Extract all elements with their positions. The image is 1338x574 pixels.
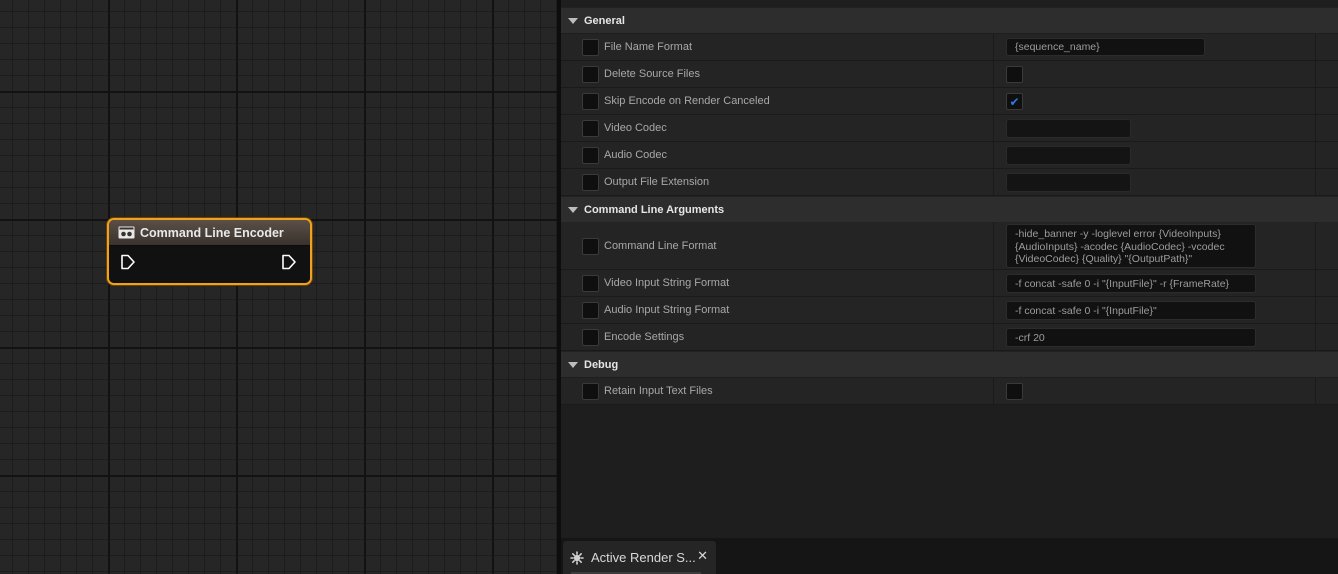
column-divider	[1315, 61, 1316, 87]
property-row-output-file-extension: Output File Extension	[561, 169, 1338, 196]
property-label: Output File Extension	[604, 176, 710, 188]
exec-input-pin-icon[interactable]	[120, 254, 136, 270]
video-codec-input[interactable]	[1006, 119, 1131, 138]
checkmark-icon: ✔	[1009, 94, 1020, 109]
override-checkbox[interactable]	[582, 39, 599, 56]
node-title: Command Line Encoder	[140, 225, 284, 240]
encode-settings-input[interactable]: -crf 20	[1006, 328, 1256, 347]
override-checkbox[interactable]	[582, 383, 599, 400]
column-divider	[1315, 324, 1316, 350]
property-label: Retain Input Text Files	[604, 385, 713, 397]
section-title: Debug	[584, 358, 619, 371]
override-checkbox[interactable]	[582, 329, 599, 346]
command-line-encoder-node[interactable]: Command Line Encoder	[107, 218, 312, 285]
column-divider	[1315, 378, 1316, 404]
section-title: Command Line Arguments	[584, 203, 725, 216]
property-label: Audio Input String Format	[604, 304, 730, 316]
override-checkbox[interactable]	[582, 120, 599, 137]
file-name-format-input[interactable]: {sequence_name}	[1006, 38, 1205, 56]
skip-encode-checkbox[interactable]: ✔	[1006, 93, 1023, 110]
collapse-arrow-icon[interactable]	[568, 206, 578, 213]
editor-window: Command Line Encoder General File Name F…	[0, 0, 1338, 574]
property-row-delete-source-files: Delete Source Files	[561, 61, 1338, 88]
property-row-audio-codec: Audio Codec	[561, 142, 1338, 169]
column-divider[interactable]	[993, 142, 994, 168]
override-checkbox[interactable]	[582, 302, 599, 319]
override-checkbox[interactable]	[582, 66, 599, 83]
column-divider	[1315, 270, 1316, 296]
column-divider[interactable]	[993, 222, 994, 269]
property-row-video-codec: Video Codec	[561, 115, 1338, 142]
section-header-general[interactable]: General	[561, 7, 1338, 33]
section-header-command-line-arguments[interactable]: Command Line Arguments	[561, 196, 1338, 222]
override-checkbox[interactable]	[582, 93, 599, 110]
column-divider	[1315, 88, 1316, 114]
command-line-format-input[interactable]: -hide_banner -y -loglevel error {VideoIn…	[1006, 224, 1256, 268]
property-label: Command Line Format	[604, 239, 717, 252]
column-divider[interactable]	[993, 61, 994, 87]
property-label: Skip Encode on Render Canceled	[604, 95, 770, 107]
node-body	[109, 246, 310, 283]
column-divider[interactable]	[993, 297, 994, 323]
collapse-arrow-icon[interactable]	[568, 17, 578, 24]
output-file-extension-input[interactable]	[1006, 173, 1131, 192]
graph-canvas[interactable]: Command Line Encoder	[0, 0, 557, 574]
column-divider[interactable]	[993, 88, 994, 114]
tab-active-render-settings[interactable]: Active Render S... ✕	[563, 541, 716, 574]
override-checkbox[interactable]	[582, 174, 599, 191]
column-divider	[1315, 297, 1316, 323]
column-divider[interactable]	[993, 115, 994, 141]
override-checkbox[interactable]	[582, 275, 599, 292]
exec-output-pin-icon[interactable]	[281, 254, 297, 270]
override-checkbox[interactable]	[582, 147, 599, 164]
audio-input-string-format-input[interactable]: -f concat -safe 0 -i "{InputFile}"	[1006, 301, 1256, 320]
column-divider	[1315, 142, 1316, 168]
column-divider[interactable]	[993, 169, 994, 195]
section-header-debug[interactable]: Debug	[561, 351, 1338, 377]
property-label: Video Codec	[604, 122, 667, 134]
property-row-video-input-string-format: Video Input String Format -f concat -saf…	[561, 270, 1338, 297]
column-divider[interactable]	[993, 270, 994, 296]
retain-input-text-files-checkbox[interactable]	[1006, 383, 1023, 400]
column-divider[interactable]	[993, 324, 994, 350]
section-title: General	[584, 14, 625, 27]
property-label: Video Input String Format	[604, 277, 730, 289]
property-row-skip-encode: Skip Encode on Render Canceled ✔	[561, 88, 1338, 115]
column-divider[interactable]	[993, 34, 994, 60]
property-row-retain-input-text-files: Retain Input Text Files	[561, 378, 1338, 405]
column-divider	[1315, 169, 1316, 195]
property-label: File Name Format	[604, 41, 693, 53]
delete-source-files-checkbox[interactable]	[1006, 66, 1023, 83]
property-label: Audio Codec	[604, 149, 667, 161]
column-divider	[1315, 222, 1316, 269]
node-header[interactable]: Command Line Encoder	[109, 220, 310, 246]
property-row-audio-input-string-format: Audio Input String Format -f concat -saf…	[561, 297, 1338, 324]
video-input-string-format-input[interactable]: -f concat -safe 0 -i "{InputFile}" -r {F…	[1006, 274, 1256, 293]
column-divider	[1315, 34, 1316, 60]
audio-codec-input[interactable]	[1006, 146, 1131, 165]
property-row-file-name-format: File Name Format {sequence_name}	[561, 34, 1338, 61]
column-divider[interactable]	[993, 378, 994, 404]
video-camera-icon	[118, 226, 135, 239]
property-row-encode-settings: Encode Settings -crf 20	[561, 324, 1338, 351]
property-label: Delete Source Files	[604, 68, 700, 80]
column-divider	[1315, 115, 1316, 141]
property-label: Encode Settings	[604, 331, 685, 343]
tab-label: Active Render S...	[591, 550, 696, 565]
close-icon[interactable]: ✕	[697, 549, 708, 564]
details-panel: General File Name Format {sequence_name}…	[561, 0, 1338, 538]
tab-bar: Active Render S... ✕	[561, 538, 1338, 574]
collapse-arrow-icon[interactable]	[568, 361, 578, 368]
render-settings-icon	[570, 550, 584, 565]
override-checkbox[interactable]	[582, 237, 599, 255]
property-row-command-line-format: Command Line Format -hide_banner -y -log…	[561, 222, 1338, 270]
